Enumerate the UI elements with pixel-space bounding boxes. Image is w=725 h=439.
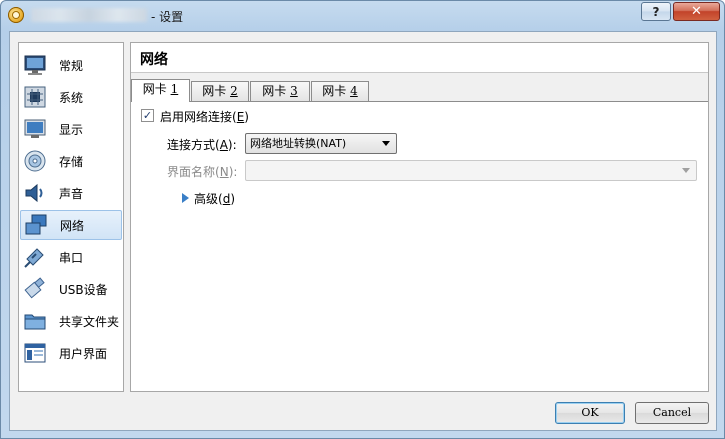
usb-icon [23,277,47,301]
tab-number: 2 [230,84,238,98]
sidebar-item-label: 常规 [59,58,84,73]
settings-sidebar: 常规 系统 显示 存储 声音 网络 串口 USB设备 共享文件夹 用户界面 [18,42,124,392]
tab-label: 网卡 [202,84,227,98]
sidebar-item-label: 串口 [59,250,84,265]
tab-number: 1 [170,82,179,96]
tab-adapter-3[interactable]: 网卡 3 [250,81,310,101]
sidebar-item-label: 网络 [60,218,85,233]
sidebar-item-network[interactable]: 网络 [20,210,122,240]
speaker-icon [23,181,47,205]
virtualbox-app-icon [8,7,24,23]
sidebar-item-label: 用户界面 [59,346,108,361]
folder-icon [23,309,47,333]
chevron-down-icon [382,141,390,146]
settings-page-network: 网络 网卡 1 网卡 2 网卡 3 网卡 4 ✓ 启用网络连接(E) 连接方式(… [130,42,709,392]
tab-adapter-2[interactable]: 网卡 2 [191,81,249,101]
serial-port-icon [23,245,47,269]
display-icon [23,117,47,141]
monitor-icon [23,53,47,77]
title-bar[interactable]: - 设置 ? ✕ [1,1,724,31]
page-header: 网络 [131,43,708,73]
title-blurred-vm-name [31,8,147,22]
disk-icon [23,149,47,173]
sidebar-item-shared-folders[interactable]: 共享文件夹 [20,306,122,336]
sidebar-item-usb[interactable]: USB设备 [20,274,122,304]
sidebar-item-display[interactable]: 显示 [20,114,122,144]
tab-adapter-1[interactable]: 网卡 1 [131,79,190,102]
sidebar-item-general[interactable]: 常规 [20,50,122,80]
tab-label: 网卡 [262,84,287,98]
tab-label: 网卡 [142,82,167,96]
chevron-down-icon [682,168,690,173]
sidebar-item-system[interactable]: 系统 [20,82,122,112]
sidebar-item-label: 系统 [59,90,84,105]
page-title: 网络 [140,52,168,68]
help-button[interactable]: ? [641,2,671,21]
attached-to-value: 网络地址转换(NAT) [250,137,347,150]
cancel-button[interactable]: Cancel [635,402,709,424]
tab-adapter-4[interactable]: 网卡 4 [311,81,369,101]
tab-number: 3 [290,84,298,98]
chip-icon [23,85,47,109]
tab-number: 4 [350,84,358,98]
settings-window: - 设置 ? ✕ 常规 系统 显示 存储 声音 网络 串口 USB设备 共享文件… [0,0,725,439]
sidebar-item-label: 共享文件夹 [59,314,120,329]
adapter-name-label: 界面名称(N): [167,165,238,179]
window-title: - 设置 [151,10,184,24]
sidebar-item-user-interface[interactable]: 用户界面 [20,338,122,368]
dialog-body: 常规 系统 显示 存储 声音 网络 串口 USB设备 共享文件夹 用户界面 网络… [9,31,717,431]
close-button[interactable]: ✕ [673,2,720,21]
adapter-1-panel: ✓ 启用网络连接(E) 连接方式(A): 网络地址转换(NAT) 界面名称(N)… [131,101,708,391]
network-icon [24,213,48,237]
ok-button[interactable]: OK [555,402,625,424]
sidebar-item-label: 声音 [59,186,84,201]
tab-label: 网卡 [322,84,347,98]
enable-adapter-checkbox[interactable]: ✓ [141,109,154,122]
sidebar-item-storage[interactable]: 存储 [20,146,122,176]
adapter-name-dropdown[interactable] [245,160,697,181]
sidebar-item-label: USB设备 [59,282,108,297]
sidebar-item-label: 存储 [59,154,84,169]
sidebar-item-audio[interactable]: 声音 [20,178,122,208]
enable-adapter-label[interactable]: 启用网络连接(E) [160,108,249,125]
advanced-toggle[interactable]: 高级(d) [194,190,235,207]
sidebar-item-label: 显示 [59,122,84,137]
sidebar-item-serial-ports[interactable]: 串口 [20,242,122,272]
window-layout-icon [23,341,47,365]
expand-triangle-icon[interactable] [182,193,189,203]
attached-to-label: 连接方式(A): [167,138,237,152]
attached-to-dropdown[interactable]: 网络地址转换(NAT) [245,133,397,154]
